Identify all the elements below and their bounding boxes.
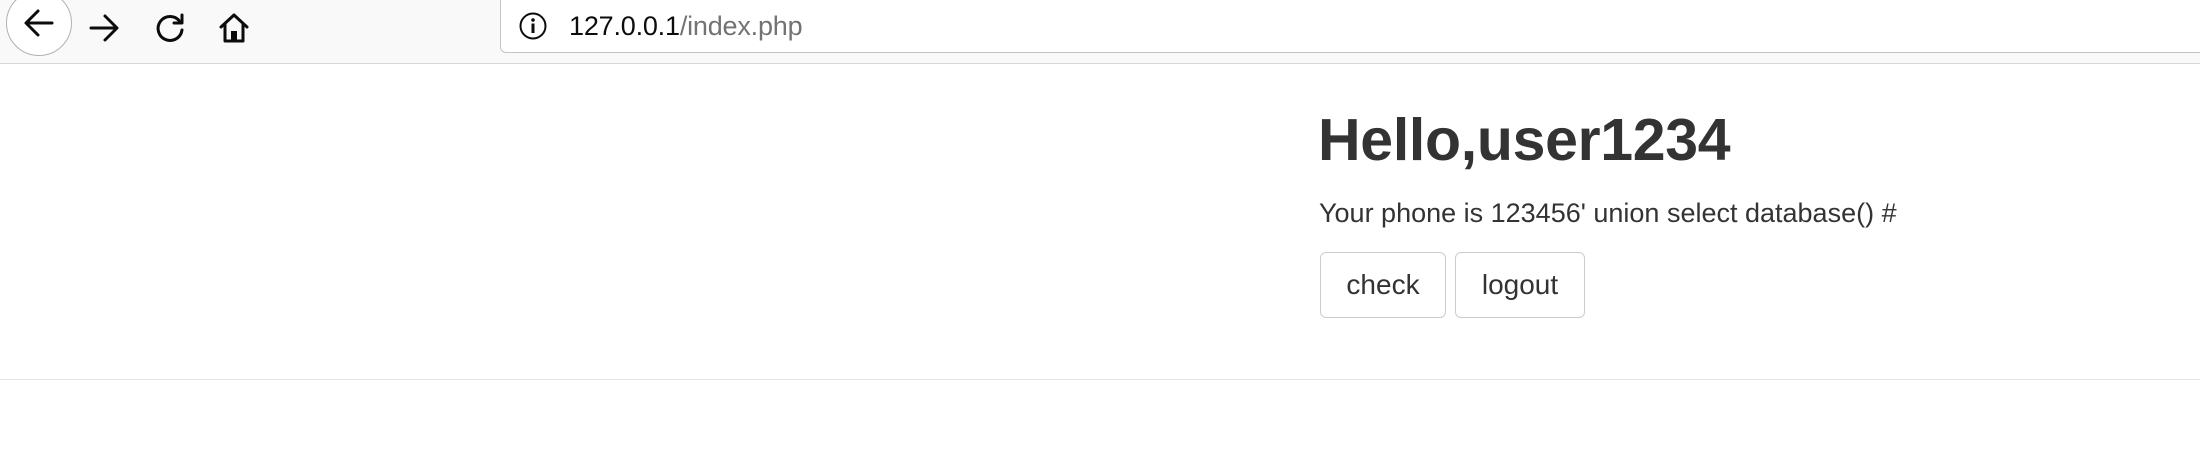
browser-toolbar: 127.0.0.1/index.php bbox=[0, 0, 2200, 64]
address-bar[interactable]: 127.0.0.1/index.php bbox=[500, 0, 2200, 53]
url-host: 127.0.0.1 bbox=[569, 11, 680, 41]
back-arrow-icon bbox=[24, 9, 54, 37]
divider bbox=[0, 379, 2200, 380]
reload-button[interactable] bbox=[146, 4, 194, 52]
url-path: /index.php bbox=[679, 11, 803, 41]
forward-arrow-icon bbox=[89, 14, 119, 42]
logout-button[interactable]: logout bbox=[1455, 252, 1585, 318]
home-button[interactable] bbox=[210, 4, 258, 52]
info-icon[interactable] bbox=[518, 11, 548, 41]
check-button[interactable]: check bbox=[1320, 252, 1446, 318]
page-title: Hello,user1234 bbox=[1318, 107, 1731, 173]
back-button[interactable] bbox=[6, 0, 72, 56]
home-icon bbox=[219, 13, 249, 43]
phone-text: Your phone is 123456' union select datab… bbox=[1319, 198, 1897, 228]
url-text[interactable]: 127.0.0.1/index.php bbox=[569, 9, 803, 43]
forward-button[interactable] bbox=[80, 4, 128, 52]
reload-icon bbox=[156, 13, 184, 42]
